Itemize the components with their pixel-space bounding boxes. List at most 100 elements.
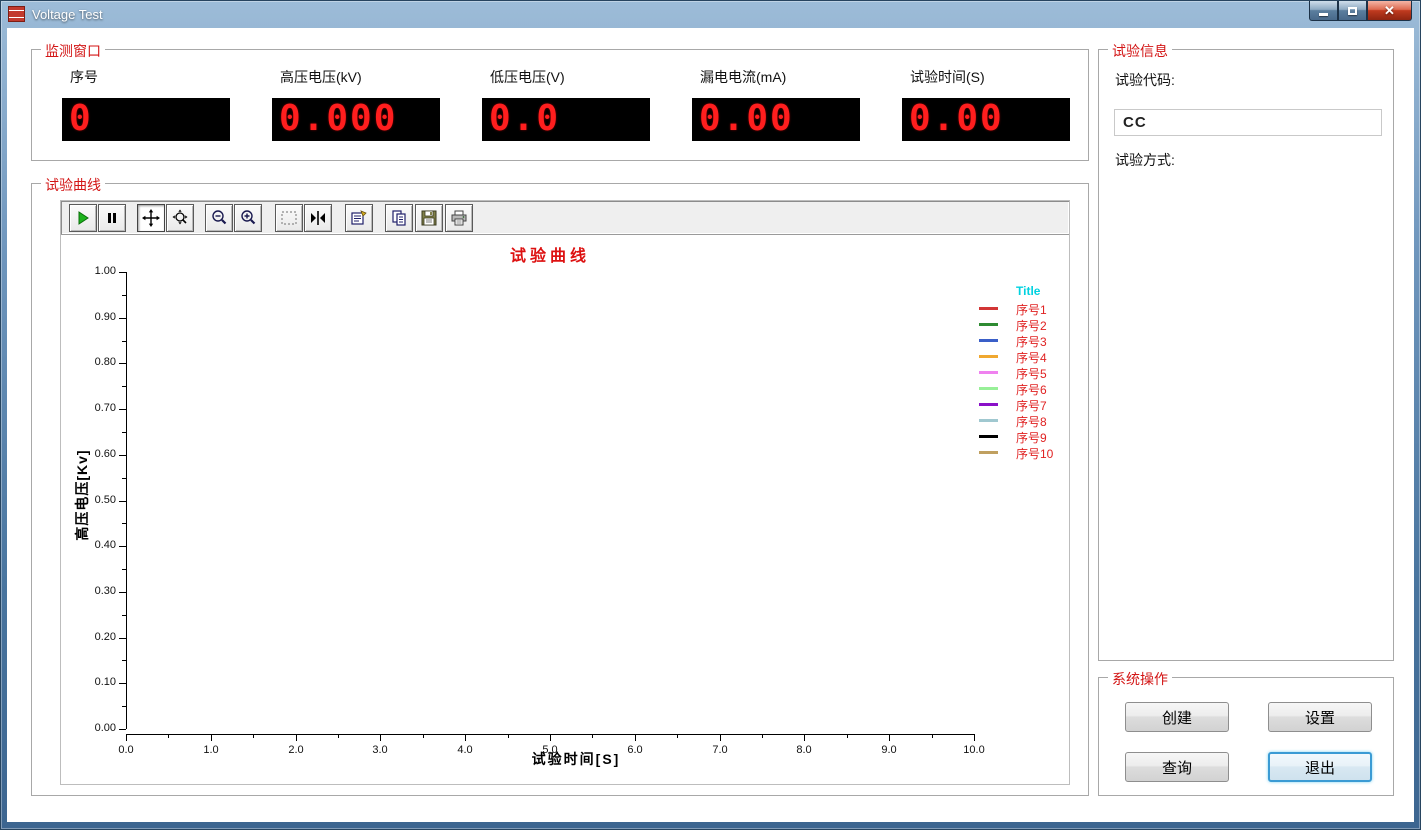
legend-series-label: 序号9 [1016,429,1069,446]
y-major-tick [119,546,126,547]
window-title: Voltage Test [32,7,103,22]
legend-color-dash [979,403,998,406]
titlebar[interactable]: Voltage Test ✕ [1,1,1420,28]
exit-button[interactable]: 退出 [1268,752,1372,782]
close-button[interactable]: ✕ [1367,1,1412,21]
legend-series-label: 序号2 [1016,317,1069,334]
monitor-time-display: 0.00 [902,98,1070,141]
settings-button[interactable]: 设置 [1268,702,1372,732]
y-major-tick [119,455,126,456]
y-tick-label: 0.40 [66,539,116,551]
save-button[interactable] [415,204,443,232]
y-tick-label: 0.10 [66,676,116,688]
monitor-lv-label: 低压电压(V) [490,67,565,87]
play-button[interactable] [69,204,97,232]
info-panel-title: 试验信息 [1108,41,1172,61]
legend-series-label: 序号3 [1016,333,1069,350]
plot-area[interactable]: 试验曲线 高压电压[Kv] 试验时间[S] 0.000.100.200.300.… [61,235,1069,784]
pan-icon [142,209,160,227]
monitor-lv-display: 0.0 [482,98,650,141]
zoom-box-icon [280,209,298,227]
test-mode-label: 试验方式: [1115,150,1175,170]
copy-button[interactable] [385,204,413,232]
info-panel: 试验信息 试验代码: 试验方式: [1098,49,1394,661]
y-minor-tick [122,478,126,479]
y-major-tick [119,363,126,364]
chart-toolbar [61,201,1069,235]
x-tick-label: 0.0 [101,744,151,756]
monitor-panel-title: 监测窗口 [41,41,105,61]
query-button[interactable]: 查询 [1125,752,1229,782]
y-minor-tick [122,386,126,387]
x-major-tick [550,734,551,741]
test-code-input[interactable] [1114,109,1382,136]
y-minor-tick [122,706,126,707]
y-tick-label: 0.00 [66,722,116,734]
monitor-hv-label: 高压电压(kV) [280,67,362,87]
y-minor-tick [122,660,126,661]
x-tick-label: 8.0 [779,744,829,756]
y-major-tick [119,501,126,502]
y-tick-label: 0.80 [66,356,116,368]
legend-series-label: 序号7 [1016,397,1069,414]
x-tick-label: 4.0 [440,744,490,756]
app-window: Voltage Test ✕ 监测窗口 序号 0 高压电压(kV) 0.000 … [0,0,1421,830]
y-major-tick [119,592,126,593]
y-major-tick [119,318,126,319]
monitor-serial-label: 序号 [70,67,98,87]
x-tick-label: 9.0 [864,744,914,756]
y-major-tick [119,638,126,639]
y-minor-tick [122,295,126,296]
monitor-time-label: 试验时间(S) [910,67,985,87]
curve-panel: 试验曲线 [31,183,1089,796]
legend-series-label: 序号4 [1016,349,1069,366]
zoom-box-button[interactable] [275,204,303,232]
x-minor-tick [423,734,424,738]
x-major-tick [126,734,127,741]
print-icon [450,209,468,227]
zoom-out-button[interactable] [205,204,233,232]
minimize-icon [1319,13,1328,16]
legend-color-dash [979,419,998,422]
y-tick-label: 0.70 [66,402,116,414]
x-minor-tick [338,734,339,738]
x-major-tick [296,734,297,741]
x-tick-label: 6.0 [610,744,660,756]
curve-panel-title: 试验曲线 [41,175,105,195]
maximize-button[interactable] [1338,1,1367,21]
properties-icon [350,209,368,227]
y-minor-tick [122,432,126,433]
y-tick-label: 0.90 [66,311,116,323]
monitor-serial-display: 0 [62,98,230,141]
x-minor-tick [253,734,254,738]
x-major-tick [211,734,212,741]
zoom-in-icon [239,209,257,227]
y-minor-tick [122,341,126,342]
pan-button[interactable] [137,204,165,232]
client-area: 监测窗口 序号 0 高压电压(kV) 0.000 低压电压(V) 0.0 漏电电… [7,28,1414,822]
y-tick-label: 1.00 [66,265,116,277]
monitor-panel: 监测窗口 序号 0 高压电压(kV) 0.000 低压电压(V) 0.0 漏电电… [31,49,1089,161]
app-icon [8,6,25,22]
y-major-tick [119,409,126,410]
cursor-tracking-button[interactable] [304,204,332,232]
x-tick-label: 7.0 [695,744,745,756]
legend-series-label: 序号10 [1016,445,1069,462]
legend-color-dash [979,387,998,390]
close-icon: ✕ [1384,3,1395,19]
zoom-out-icon [210,209,228,227]
zoom-cursor-button[interactable] [166,204,194,232]
minimize-button[interactable] [1309,1,1338,21]
legend-series-label: 序号8 [1016,413,1069,430]
zoom-in-button[interactable] [234,204,262,232]
create-button[interactable]: 创建 [1125,702,1229,732]
y-minor-tick [122,523,126,524]
print-button[interactable] [445,204,473,232]
properties-button[interactable] [345,204,373,232]
pause-button[interactable] [98,204,126,232]
x-tick-label: 2.0 [271,744,321,756]
x-major-tick [720,734,721,741]
x-minor-tick [677,734,678,738]
monitor-leakage-label: 漏电电流(mA) [700,67,786,87]
y-minor-tick [122,615,126,616]
